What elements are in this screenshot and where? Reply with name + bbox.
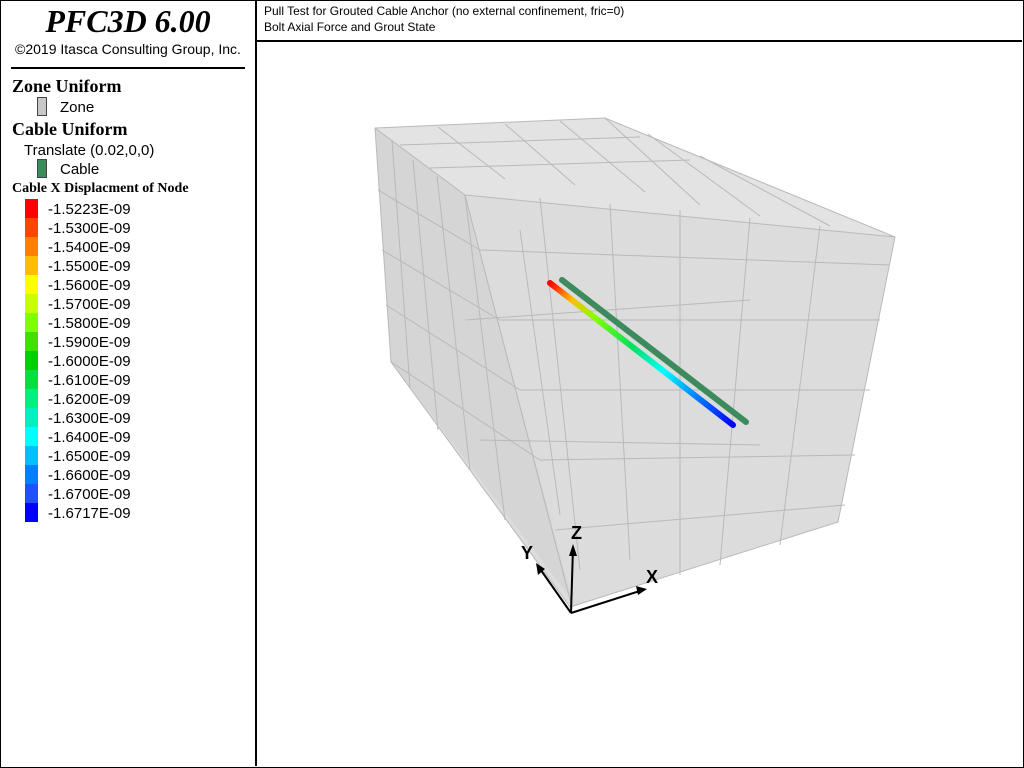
plot-title: Pull Test for Grouted Cable Anchor (no e… (264, 4, 625, 18)
model-view-canvas[interactable]: X Z Y (256, 42, 1022, 766)
contour-color-bar (25, 199, 38, 522)
contour-label: -1.5600E-09 (48, 277, 131, 294)
contour-color-cell (25, 332, 38, 351)
contour-color-cell (25, 294, 38, 313)
contour-label: -1.6000E-09 (48, 353, 131, 370)
contour-color-cell (25, 237, 38, 256)
cable-legend-heading: Cable Uniform (12, 119, 128, 139)
contour-label: -1.6300E-09 (48, 410, 131, 427)
contour-label: -1.6400E-09 (48, 429, 131, 446)
contour-label: -1.5500E-09 (48, 258, 131, 275)
contour-label: -1.5700E-09 (48, 296, 131, 313)
contour-color-cell (25, 427, 38, 446)
contour-labels: -1.5223E-09 -1.5300E-09 -1.5400E-09 -1.5500… (48, 200, 131, 523)
contour-color-cell (25, 275, 38, 294)
z-axis-label: Z (571, 523, 582, 543)
contour-label: -1.6717E-09 (48, 505, 131, 522)
contour-color-cell (25, 408, 38, 427)
legend-panel: PFC3D 6.00 ©2019 Itasca Consulting Group… (1, 1, 257, 766)
y-axis-label: Y (521, 543, 533, 563)
cable-legend-label: Cable (60, 161, 100, 178)
contour-label: -1.6500E-09 (48, 448, 131, 465)
view-header: Pull Test for Grouted Cable Anchor (no e… (256, 1, 1022, 42)
contour-color-cell (25, 484, 38, 503)
contour-label: -1.5900E-09 (48, 334, 131, 351)
zone-legend-label: Zone (60, 99, 95, 116)
contour-color-cell (25, 199, 38, 218)
contour-label: -1.5300E-09 (48, 220, 131, 237)
contour-color-cell (25, 389, 38, 408)
contour-label: -1.6100E-09 (48, 372, 131, 389)
contour-label: -1.5223E-09 (48, 201, 131, 218)
3d-viewport[interactable]: X Z Y (256, 42, 1022, 766)
contour-color-cell (25, 446, 38, 465)
contour-label: -1.6700E-09 (48, 486, 131, 503)
contour-label: -1.6200E-09 (48, 391, 131, 408)
copyright-text: ©2019 Itasca Consulting Group, Inc. (15, 41, 241, 57)
contour-label: -1.5800E-09 (48, 315, 131, 332)
zone-legend-heading: Zone Uniform (12, 76, 122, 96)
contour-color-cell (25, 351, 38, 370)
contour-label: -1.6600E-09 (48, 467, 131, 484)
cable-color-swatch (37, 159, 47, 178)
contour-color-cell (25, 370, 38, 389)
contour-color-cell (25, 503, 38, 522)
contour-color-cell (25, 465, 38, 484)
plot-subtitle: Bolt Axial Force and Grout State (264, 20, 436, 34)
cable-translate-label: Translate (0.02,0,0) (24, 142, 155, 159)
legend-divider (11, 67, 245, 69)
contour-color-cell (25, 218, 38, 237)
app-title: PFC3D 6.00 (45, 3, 211, 39)
contour-color-cell (25, 256, 38, 275)
contour-label: -1.5400E-09 (48, 239, 131, 256)
x-axis-label: X (646, 567, 658, 587)
contour-legend-title: Cable X Displacment of Node (12, 181, 189, 196)
zone-color-swatch (37, 97, 47, 116)
contour-color-cell (25, 313, 38, 332)
